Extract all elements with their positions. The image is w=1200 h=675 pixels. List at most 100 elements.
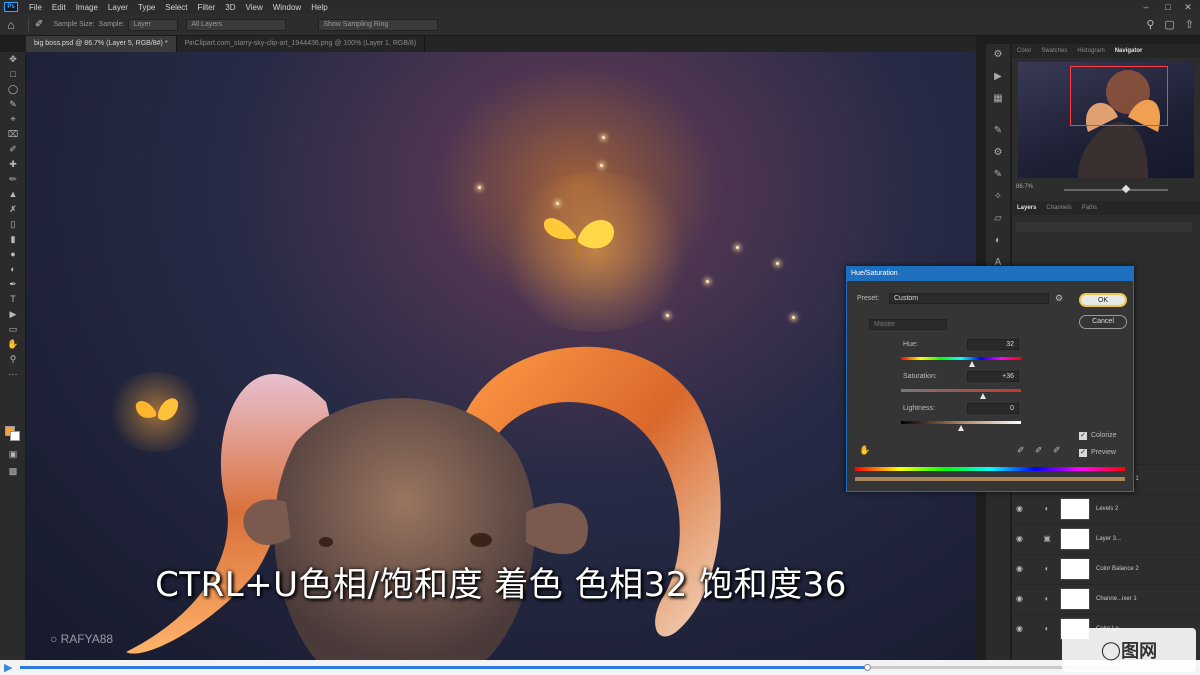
visibility-eye-icon[interactable]: ◉	[1016, 564, 1028, 573]
colorize-checkbox[interactable]: ✓	[1079, 432, 1087, 440]
stamp-tool-icon[interactable]: ▲	[0, 187, 26, 202]
history-icon[interactable]: ⚙	[986, 44, 1010, 66]
layer-row[interactable]: ◉ ◐ Color Balance 2	[1012, 554, 1200, 582]
hue-value[interactable]: 32	[967, 339, 1019, 350]
menu-window[interactable]: Window	[268, 3, 306, 12]
clone-source-icon[interactable]: ✧	[986, 186, 1010, 208]
panel-tab-channels[interactable]: Channels	[1041, 201, 1076, 215]
sample-all-layers-option[interactable]: All Layers	[186, 18, 287, 31]
background-color-swatch[interactable]	[10, 431, 20, 441]
shape-tool-icon[interactable]: ▭	[0, 322, 26, 337]
visibility-eye-icon[interactable]: ◉	[1016, 504, 1028, 513]
search-icon[interactable]: ⚲	[1146, 18, 1154, 31]
home-icon[interactable]: ⌂	[0, 18, 22, 32]
zoom-tool-icon[interactable]: ⚲	[0, 352, 26, 367]
menu-help[interactable]: Help	[306, 3, 332, 12]
layer-mask-thumbnail[interactable]	[1060, 557, 1090, 580]
channel-select[interactable]: Master	[869, 319, 947, 330]
dodge-tool-icon[interactable]: ◐	[0, 262, 26, 277]
frame-tool-icon[interactable]: ⌧	[0, 127, 26, 142]
preset-options-icon[interactable]: ⚙	[1055, 293, 1063, 304]
workspace-icon[interactable]: ▢	[1164, 18, 1174, 31]
actions-play-icon[interactable]: ▶	[986, 66, 1010, 88]
saturation-slider-thumb[interactable]	[979, 393, 986, 399]
eraser-tool-icon[interactable]: ▯	[0, 217, 26, 232]
navigator-zoom-slider[interactable]	[1064, 184, 1168, 194]
tool-presets-icon[interactable]: ✎	[986, 164, 1010, 186]
brush-settings-icon[interactable]: ✎	[986, 120, 1010, 142]
navigator-zoom-value[interactable]: 86.7%	[1016, 184, 1033, 190]
cancel-button[interactable]: Cancel	[1079, 315, 1127, 329]
lasso-tool-icon[interactable]: ◯	[0, 82, 26, 97]
lightness-slider-track[interactable]	[901, 421, 1021, 424]
history-brush-icon[interactable]: ✗	[0, 202, 26, 217]
menu-file[interactable]: File	[24, 3, 47, 12]
visibility-eye-icon[interactable]: ◉	[1016, 534, 1028, 543]
path-select-icon[interactable]: ▶	[0, 307, 26, 322]
eyedropper-plus-icon[interactable]: ✐	[1035, 445, 1043, 456]
share-icon[interactable]: ⇧	[1185, 18, 1194, 31]
menu-filter[interactable]: Filter	[193, 3, 221, 12]
menu-image[interactable]: Image	[71, 3, 103, 12]
hue-slider-track[interactable]	[901, 357, 1021, 360]
blur-tool-icon[interactable]: ●	[0, 247, 26, 262]
move-tool-icon[interactable]: ✥	[0, 52, 26, 67]
layer-mask-thumbnail[interactable]	[1060, 587, 1090, 610]
saturation-slider-track[interactable]	[901, 389, 1021, 392]
3d-icon[interactable]: ▱	[986, 208, 1010, 230]
layer-row[interactable]: ◉ ◐ Levels 2	[1012, 494, 1200, 522]
menu-view[interactable]: View	[241, 3, 268, 12]
zoom-slider-knob[interactable]	[1122, 184, 1131, 194]
eyedropper-tool-icon[interactable]: ✐	[35, 19, 43, 30]
eyedropper-icon[interactable]: ✐	[0, 142, 26, 157]
panel-tab-swatches[interactable]: Swatches	[1036, 44, 1072, 58]
hue-slider-thumb[interactable]	[968, 361, 975, 367]
sampling-ring-toggle[interactable]: Show Sampling Ring	[318, 18, 439, 31]
panel-tab-paths[interactable]: Paths	[1077, 201, 1102, 215]
progress-handle[interactable]	[864, 664, 871, 671]
ok-button[interactable]: OK	[1079, 293, 1127, 307]
preview-checkbox[interactable]: ✓	[1079, 449, 1087, 457]
eyedropper-minus-icon[interactable]: ✐	[1053, 445, 1061, 456]
menu-type[interactable]: Type	[133, 3, 160, 12]
more-tools-icon[interactable]: ⋯	[0, 367, 26, 382]
navigator-view-box[interactable]	[1070, 66, 1168, 126]
sample-select[interactable]: Layer	[128, 18, 179, 31]
menu-select[interactable]: Select	[160, 3, 192, 12]
close-icon[interactable]: ✕	[1178, 0, 1198, 14]
menu-layer[interactable]: Layer	[103, 3, 133, 12]
type-tool-icon[interactable]: T	[0, 292, 26, 307]
panel-tab-layers[interactable]: Layers	[1012, 201, 1041, 215]
panel-tab-histogram[interactable]: Histogram	[1072, 44, 1109, 58]
brush-tool-icon[interactable]: ✏	[0, 172, 26, 187]
layer-row[interactable]: ◉ ◐ Channe...ixer 1	[1012, 584, 1200, 612]
gradient-tool-icon[interactable]: ▮	[0, 232, 26, 247]
document-canvas[interactable]: CTRL+U色相/饱和度 着色 色相32 饱和度36 ○ RAFYA88	[26, 52, 976, 660]
screen-mode-icon[interactable]: ▩	[0, 464, 26, 479]
play-icon[interactable]: ▶	[4, 661, 12, 674]
pen-tool-icon[interactable]: ✒	[0, 277, 26, 292]
quick-select-tool-icon[interactable]: ✎	[0, 97, 26, 112]
document-tab[interactable]: PinClipart.com_starry-sky-clip-art_19444…	[177, 36, 426, 52]
progress-track[interactable]	[20, 664, 1120, 671]
hand-tool-icon[interactable]: ✋	[0, 337, 26, 352]
lightness-slider-thumb[interactable]	[958, 425, 964, 431]
layer-mask-thumbnail[interactable]	[1060, 497, 1090, 520]
layer-filter-bar[interactable]	[1016, 222, 1192, 232]
marquee-tool-icon[interactable]: □	[0, 67, 26, 82]
styles-icon[interactable]: ◐	[986, 230, 1010, 252]
maximize-icon[interactable]: □	[1158, 0, 1178, 14]
layer-row[interactable]: ◉ ▣ Layer 3...	[1012, 524, 1200, 552]
layer-mask-thumbnail[interactable]	[1060, 527, 1090, 550]
crop-tool-icon[interactable]: ⌖	[0, 112, 26, 127]
document-tab[interactable]: big boss.psd @ 86.7% (Layer 5, RGB/8#) *	[26, 36, 177, 52]
eyedropper-icon[interactable]: ✐	[1017, 445, 1025, 456]
minimize-icon[interactable]: –	[1136, 0, 1156, 14]
healing-brush-icon[interactable]: ✚	[0, 157, 26, 172]
saturation-value[interactable]: +36	[967, 371, 1019, 382]
preset-select[interactable]: Custom	[889, 293, 1049, 304]
adjustments-icon[interactable]: ⚙	[986, 142, 1010, 164]
target-adjust-hand-icon[interactable]: ✋	[859, 445, 870, 456]
quick-mask-icon[interactable]: ▣	[0, 447, 26, 462]
navigator-preview[interactable]	[1018, 62, 1194, 178]
